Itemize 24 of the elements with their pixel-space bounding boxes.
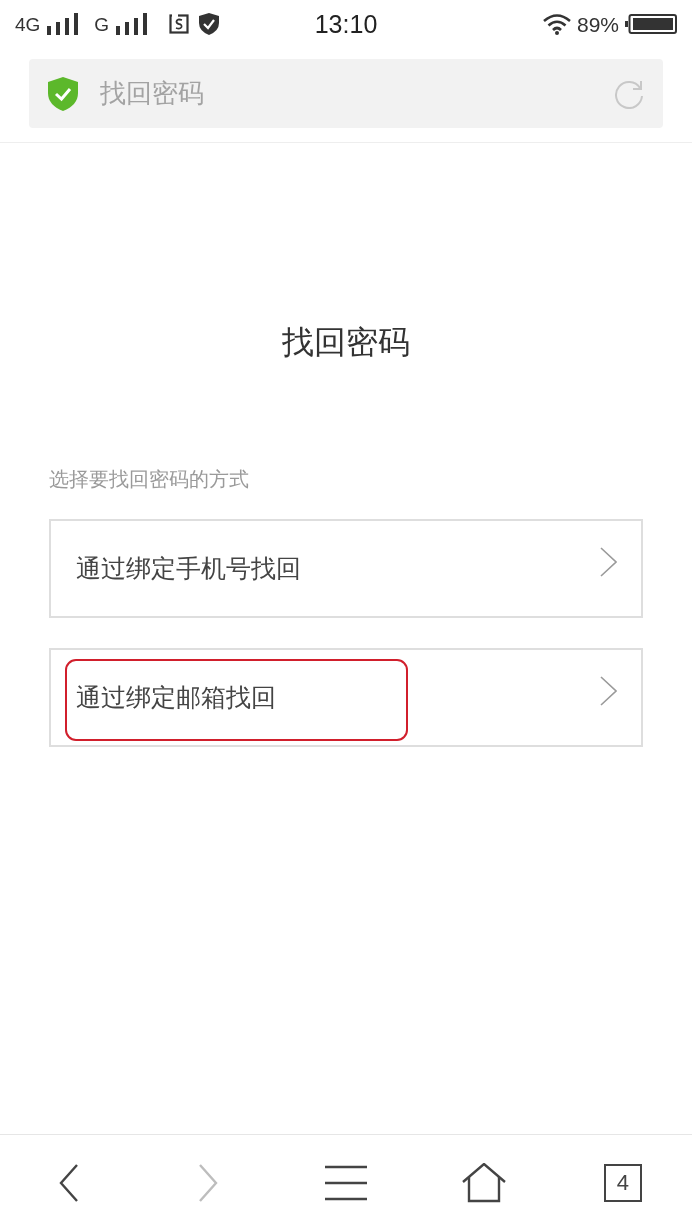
back-chevron-icon xyxy=(59,1163,80,1202)
forward-chevron-icon xyxy=(197,1163,218,1202)
menu-button[interactable] xyxy=(325,1164,367,1201)
chevron-right-icon xyxy=(600,675,617,706)
menu-icon xyxy=(325,1164,367,1201)
letter-s-square-icon xyxy=(169,14,190,34)
home-button[interactable] xyxy=(462,1162,507,1203)
tab-count-button[interactable]: 4 xyxy=(603,1163,642,1202)
page-heading: 找回密码 xyxy=(282,322,410,362)
battery-icon xyxy=(625,14,677,34)
network-type-label: G xyxy=(94,14,110,34)
instruction-text: 选择要找回密码的方式 xyxy=(49,466,249,493)
back-button[interactable] xyxy=(59,1163,80,1202)
shield-check-icon xyxy=(199,13,220,35)
recovery-option-button[interactable]: 通过绑定手机号找回 xyxy=(49,519,643,618)
shield-check-icon xyxy=(48,76,78,111)
chevron-right-icon xyxy=(600,546,617,577)
wifi-icon xyxy=(542,13,571,35)
home-icon xyxy=(462,1162,507,1203)
network-type-label: 4G xyxy=(15,14,41,34)
recovery-option-button[interactable]: 通过绑定邮箱找回 xyxy=(49,648,643,747)
status-time: 13:10 xyxy=(314,11,378,37)
battery-percentage: 89% xyxy=(576,13,619,35)
page-title-label: 找回密码 xyxy=(100,77,205,110)
